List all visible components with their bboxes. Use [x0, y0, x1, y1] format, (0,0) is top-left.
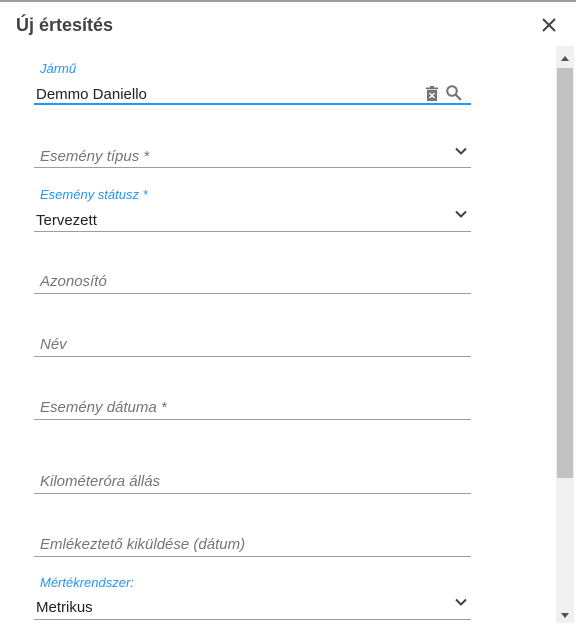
name-input[interactable]: Név [34, 329, 471, 357]
vehicle-label: Jármű [40, 61, 77, 76]
search-icon [446, 85, 462, 101]
odometer-input[interactable]: Kilométeróra állás [34, 466, 471, 494]
clear-vehicle-button[interactable] [423, 85, 441, 103]
chevron-down-icon[interactable] [453, 594, 469, 610]
search-vehicle-button[interactable] [445, 84, 463, 102]
name-placeholder: Név [40, 336, 67, 353]
reminder-date-placeholder: Emlékeztető kiküldése (dátum) [40, 536, 246, 553]
scrollbar-thumb[interactable] [557, 68, 573, 478]
event-status-select[interactable]: Esemény státusz * Tervezett [34, 187, 471, 232]
odometer-underline [34, 493, 471, 494]
dialog-title: Új értesítés [16, 15, 114, 35]
close-button[interactable] [538, 14, 560, 36]
event-date-placeholder: Esemény dátuma * [40, 399, 167, 416]
vehicle-underline [34, 103, 471, 105]
vehicle-field[interactable]: Jármű Demmo Daniello [34, 61, 471, 105]
unit-system-select[interactable]: Mértékrendszer: Metrikus [34, 575, 471, 620]
vehicle-value: Demmo Daniello [36, 86, 147, 103]
close-icon [542, 18, 556, 32]
scroll-up-arrow-icon[interactable] [556, 50, 574, 68]
chevron-down-icon[interactable] [453, 206, 469, 222]
identifier-underline [34, 293, 471, 294]
identifier-placeholder: Azonosító [40, 273, 107, 290]
odometer-placeholder: Kilométeróra állás [40, 473, 161, 490]
reminder-date-underline [34, 556, 471, 557]
trash-icon [426, 86, 438, 101]
event-status-value: Tervezett [36, 212, 97, 229]
event-date-input[interactable]: Esemény dátuma * [34, 392, 471, 420]
event-status-underline [34, 231, 471, 232]
event-type-underline [34, 167, 471, 168]
window-top-border [0, 0, 576, 2]
event-type-select[interactable]: Esemény típus * [34, 140, 471, 168]
event-status-label: Esemény státusz * [40, 187, 148, 202]
unit-system-value: Metrikus [36, 599, 93, 616]
unit-system-label: Mértékrendszer: [40, 575, 134, 590]
event-type-placeholder: Esemény típus * [40, 148, 150, 165]
chevron-down-icon[interactable] [453, 143, 469, 159]
vertical-scrollbar[interactable] [556, 46, 574, 623]
event-date-underline [34, 419, 471, 420]
identifier-input[interactable]: Azonosító [34, 266, 471, 294]
name-underline [34, 356, 471, 357]
scroll-down-arrow-icon[interactable] [556, 607, 574, 625]
reminder-date-input[interactable]: Emlékeztető kiküldése (dátum) [34, 529, 471, 557]
unit-system-underline [34, 619, 471, 620]
